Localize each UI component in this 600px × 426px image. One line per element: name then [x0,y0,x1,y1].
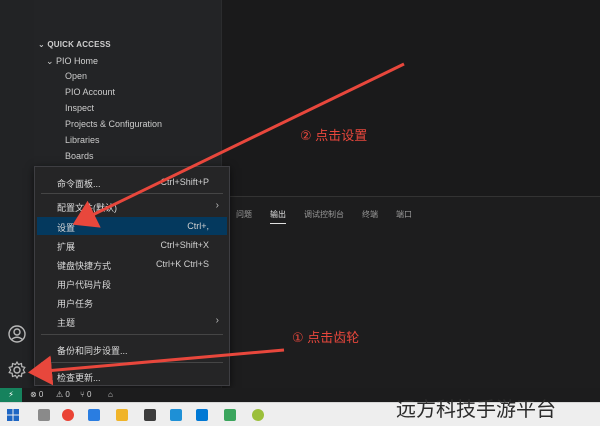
tree-item-open[interactable]: Open [65,71,87,81]
menu-separator [41,362,223,363]
tab-problems[interactable]: 问题 [236,209,252,220]
watermark-text: 远方科技手游平台 [396,397,556,421]
chevron-right-icon: › [215,200,219,211]
menu-separator [41,334,223,335]
menu-item-keyboard-shortcuts[interactable]: 键盘快捷方式 Ctrl+K Ctrl+S [35,255,229,273]
activity-bar [0,0,34,388]
menu-separator [41,193,223,194]
file-explorer-icon[interactable] [116,409,128,421]
manage-context-menu: 命令面板... Ctrl+Shift+P 配置文件(默认) › 设置 Ctrl+… [34,166,230,386]
terminal-icon[interactable] [144,409,156,421]
chevron-right-icon: › [215,315,219,326]
chevron-down-icon: ⌄ [38,40,48,49]
windows-start-icon[interactable] [7,409,19,421]
menu-item-command-palette[interactable]: 命令面板... Ctrl+Shift+P [35,173,229,191]
menu-item-settings[interactable]: 设置 Ctrl+, [37,217,227,235]
remote-icon[interactable]: ⚡ [0,388,22,402]
vscode-icon[interactable] [196,409,208,421]
gear-icon[interactable] [7,360,27,380]
tree-item-boards[interactable]: Boards [65,151,94,161]
pio-home-group[interactable]: ⌄ PIO Home [46,56,98,67]
chrome-icon[interactable] [62,409,74,421]
menu-item-profiles[interactable]: 配置文件(默认) › [35,197,229,215]
menu-item-check-updates[interactable]: 检查更新... [35,367,229,385]
taskbar-app-icon[interactable] [224,409,236,421]
tree-item-inspect[interactable]: Inspect [65,103,94,113]
menu-item-themes[interactable]: 主题 › [35,312,229,330]
tree-item-projects[interactable]: Projects & Configuration [65,119,162,129]
taskbar-app-icon[interactable] [88,409,100,421]
ports-indicator[interactable]: ⑂ 0 [80,390,91,399]
menu-item-user-snippets[interactable]: 用户代码片段 [35,274,229,292]
tab-output[interactable]: 输出 [270,209,286,224]
taskbar-app-icon[interactable] [252,409,264,421]
account-icon[interactable] [7,324,27,344]
menu-item-backup-sync[interactable]: 备份和同步设置... [35,340,229,358]
tab-ports[interactable]: 端口 [396,209,412,220]
annotation-step-1: ① 点击齿轮 [292,330,360,345]
tab-debug-console[interactable]: 调试控制台 [304,209,344,220]
menu-item-extensions[interactable]: 扩展 Ctrl+Shift+X [35,236,229,254]
annotation-step-2: ② 点击设置 [300,128,368,143]
chevron-down-icon: ⌄ [46,56,57,66]
tree-item-libraries[interactable]: Libraries [65,135,100,145]
bottom-panel [222,196,600,388]
home-icon[interactable]: ⌂ [108,390,113,399]
errors-indicator[interactable]: ⊗ 0 [30,390,43,399]
editor-area [222,0,600,196]
taskbar-app-icon[interactable] [170,409,182,421]
tab-terminal[interactable]: 终端 [362,209,378,220]
warnings-indicator[interactable]: ⚠ 0 [56,390,70,399]
quick-access-header[interactable]: ⌄ QUICK ACCESS [38,40,111,49]
taskbar-search-icon[interactable] [38,409,50,421]
menu-item-user-tasks[interactable]: 用户任务 [35,293,229,311]
tree-item-pio-account[interactable]: PIO Account [65,87,115,97]
